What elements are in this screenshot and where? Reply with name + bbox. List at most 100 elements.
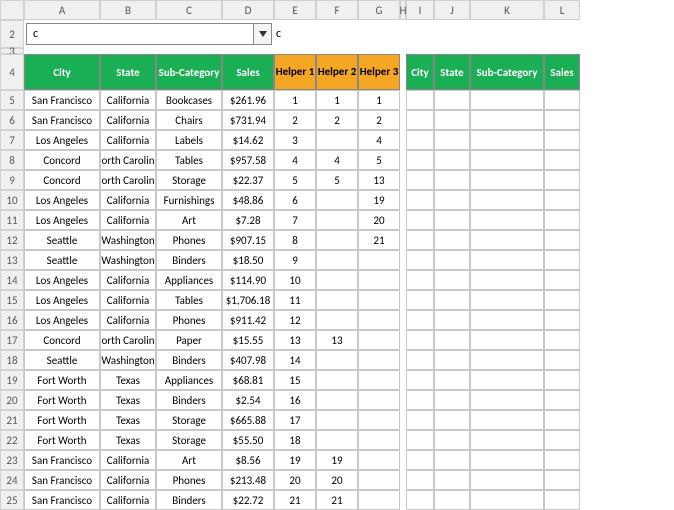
empty-cell-r16-c2[interactable]	[470, 310, 544, 330]
data-cell-r5-c4[interactable]: 1	[274, 90, 316, 110]
empty-cell-r20-c0[interactable]	[406, 390, 434, 410]
empty-cell-r8-c3[interactable]	[544, 150, 580, 170]
empty-cell-r16-c0[interactable]	[406, 310, 434, 330]
data-cell-r24-c0[interactable]: San Francisco	[24, 470, 100, 490]
data-cell-r7-c6[interactable]: 4	[358, 130, 400, 150]
data-cell-r8-c3[interactable]: $957.58	[222, 150, 274, 170]
empty-cell-r13-c3[interactable]	[544, 250, 580, 270]
data-cell-r7-c3[interactable]: $14.62	[222, 130, 274, 150]
data-cell-r11-c4[interactable]: 7	[274, 210, 316, 230]
header-state[interactable]: State	[100, 54, 156, 90]
data-cell-r19-c4[interactable]: 15	[274, 370, 316, 390]
row-header-19[interactable]: 19	[0, 370, 24, 390]
empty-cell-r7-c2[interactable]	[470, 130, 544, 150]
row-header-13[interactable]: 13	[0, 250, 24, 270]
data-cell-r13-c4[interactable]: 9	[274, 250, 316, 270]
data-cell-r19-c6[interactable]	[358, 370, 400, 390]
data-cell-r25-c2[interactable]: Binders	[156, 490, 222, 510]
data-cell-r24-c2[interactable]: Phones	[156, 470, 222, 490]
empty-cell-r22-c0[interactable]	[406, 430, 434, 450]
empty-cell-r9-c3[interactable]	[544, 170, 580, 190]
data-cell-r19-c3[interactable]: $68.81	[222, 370, 274, 390]
data-cell-r20-c1[interactable]: Texas	[100, 390, 156, 410]
data-cell-r15-c1[interactable]: California	[100, 290, 156, 310]
empty-cell-r6-c2[interactable]	[470, 110, 544, 130]
data-cell-r15-c0[interactable]: Los Angeles	[24, 290, 100, 310]
data-cell-r20-c6[interactable]	[358, 390, 400, 410]
data-cell-r14-c1[interactable]: California	[100, 270, 156, 290]
empty-cell-r23-c1[interactable]	[434, 450, 470, 470]
empty-cell-r5-c2[interactable]	[470, 90, 544, 110]
empty-cell-r10-c3[interactable]	[544, 190, 580, 210]
data-cell-r18-c5[interactable]	[316, 350, 358, 370]
data-cell-r25-c5[interactable]: 21	[316, 490, 358, 510]
col-header-F[interactable]: F	[316, 0, 358, 20]
data-cell-r15-c6[interactable]	[358, 290, 400, 310]
data-cell-r22-c3[interactable]: $55.50	[222, 430, 274, 450]
data-cell-r15-c3[interactable]: $1,706.18	[222, 290, 274, 310]
data-cell-r12-c2[interactable]: Phones	[156, 230, 222, 250]
data-cell-r7-c1[interactable]: California	[100, 130, 156, 150]
empty-cell-r10-c2[interactable]	[470, 190, 544, 210]
data-cell-r17-c5[interactable]: 13	[316, 330, 358, 350]
data-cell-r21-c2[interactable]: Storage	[156, 410, 222, 430]
data-cell-r5-c0[interactable]: San Francisco	[24, 90, 100, 110]
row-header-9[interactable]: 9	[0, 170, 24, 190]
data-cell-r22-c4[interactable]: 18	[274, 430, 316, 450]
empty-cell-r17-c1[interactable]	[434, 330, 470, 350]
empty-cell-r16-c1[interactable]	[434, 310, 470, 330]
empty-cell-r21-c3[interactable]	[544, 410, 580, 430]
empty-cell-r22-c1[interactable]	[434, 430, 470, 450]
empty-cell-r15-c1[interactable]	[434, 290, 470, 310]
empty-cell-r20-c3[interactable]	[544, 390, 580, 410]
empty-cell-r18-c1[interactable]	[434, 350, 470, 370]
data-cell-r14-c5[interactable]	[316, 270, 358, 290]
data-cell-r21-c1[interactable]: Texas	[100, 410, 156, 430]
empty-cell-r15-c3[interactable]	[544, 290, 580, 310]
empty-cell-r20-c1[interactable]	[434, 390, 470, 410]
col-header-L[interactable]: L	[544, 0, 580, 20]
data-cell-r13-c0[interactable]: Seattle	[24, 250, 100, 270]
row-header-20[interactable]: 20	[0, 390, 24, 410]
data-cell-r10-c1[interactable]: California	[100, 190, 156, 210]
data-cell-r22-c6[interactable]	[358, 430, 400, 450]
empty-cell-r7-c1[interactable]	[434, 130, 470, 150]
empty-cell-r15-c0[interactable]	[406, 290, 434, 310]
header-sales[interactable]: Sales	[222, 54, 274, 90]
row-header-25[interactable]: 25	[0, 490, 24, 510]
empty-cell-r15-c2[interactable]	[470, 290, 544, 310]
empty-cell-r24-c2[interactable]	[470, 470, 544, 490]
header-right-city[interactable]: City	[406, 54, 434, 90]
data-cell-r17-c2[interactable]: Paper	[156, 330, 222, 350]
data-cell-r21-c6[interactable]	[358, 410, 400, 430]
data-cell-r18-c1[interactable]: Washington	[100, 350, 156, 370]
empty-cell-r7-c3[interactable]	[544, 130, 580, 150]
empty-cell-r16-c3[interactable]	[544, 310, 580, 330]
empty-cell-r13-c0[interactable]	[406, 250, 434, 270]
empty-cell-r6-c1[interactable]	[434, 110, 470, 130]
data-cell-r9-c2[interactable]: Storage	[156, 170, 222, 190]
col-header-A[interactable]: A	[24, 0, 100, 20]
empty-cell-r8-c2[interactable]	[470, 150, 544, 170]
empty-cell-r12-c1[interactable]	[434, 230, 470, 250]
data-cell-r6-c5[interactable]: 2	[316, 110, 358, 130]
data-cell-r24-c6[interactable]	[358, 470, 400, 490]
data-cell-r10-c3[interactable]: $48.86	[222, 190, 274, 210]
data-cell-r24-c1[interactable]: California	[100, 470, 156, 490]
data-cell-r5-c1[interactable]: California	[100, 90, 156, 110]
row-header-11[interactable]: 11	[0, 210, 24, 230]
filter-dropdown[interactable]: c	[26, 23, 272, 45]
data-cell-r16-c2[interactable]: Phones	[156, 310, 222, 330]
row-header-23[interactable]: 23	[0, 450, 24, 470]
data-cell-r25-c4[interactable]: 21	[274, 490, 316, 510]
data-cell-r20-c4[interactable]: 16	[274, 390, 316, 410]
data-cell-r20-c0[interactable]: Fort Worth	[24, 390, 100, 410]
data-cell-r22-c1[interactable]: Texas	[100, 430, 156, 450]
data-cell-r25-c1[interactable]: California	[100, 490, 156, 510]
empty-cell-r22-c3[interactable]	[544, 430, 580, 450]
data-cell-r24-c3[interactable]: $213.48	[222, 470, 274, 490]
data-cell-r18-c2[interactable]: Binders	[156, 350, 222, 370]
data-cell-r9-c6[interactable]: 13	[358, 170, 400, 190]
row-header-7[interactable]: 7	[0, 130, 24, 150]
empty-cell-r14-c1[interactable]	[434, 270, 470, 290]
